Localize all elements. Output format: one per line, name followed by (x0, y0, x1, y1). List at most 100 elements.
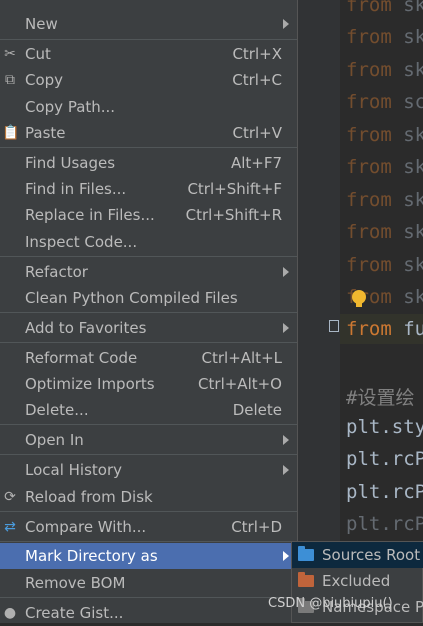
menu-item-add-to-favorites[interactable]: Add to Favorites (0, 315, 297, 341)
menu-item-open-in[interactable]: Open In (0, 427, 297, 453)
submenu-item-label: Excluded (322, 572, 391, 590)
menu-item-local-history[interactable]: Local History (0, 457, 297, 483)
menu-item-reformat-code[interactable]: Reformat Code Ctrl+Alt+L (0, 345, 297, 371)
menu-item-label: Local History (25, 461, 123, 479)
code-comment: #设置绘 (346, 387, 415, 409)
menu-item-shortcut: Ctrl+Alt+O (198, 375, 282, 393)
submenu-arrow-icon (283, 323, 289, 333)
context-menu: New ✂ Cut Ctrl+X ⧉ Copy Ctrl+C Copy Path… (0, 0, 298, 623)
menu-item-shortcut: Ctrl+Shift+R (185, 206, 282, 224)
menu-item-label: Inspect Code... (25, 233, 138, 251)
watermark: CSDN @biubiupiu() (268, 596, 393, 611)
menu-item-label: Open In (25, 431, 84, 449)
submenu-arrow-icon (283, 435, 289, 445)
menu-separator (0, 256, 297, 257)
menu-item-shortcut: Delete (232, 401, 282, 419)
menu-item-label: Cut (25, 45, 51, 63)
submenu-arrow-icon (283, 465, 289, 475)
menu-item-label: Clean Python Compiled Files (25, 289, 238, 307)
menu-item-compare-with[interactable]: ⇄ Compare With... Ctrl+D (0, 514, 297, 540)
submenu-arrow-icon (283, 267, 289, 277)
menu-separator (0, 39, 297, 40)
menu-item-replace-in-files[interactable]: Replace in Files... Ctrl+Shift+R (0, 202, 297, 228)
menu-item-mark-directory-as[interactable]: Mark Directory as (0, 543, 297, 569)
menu-item-reload-from-disk[interactable]: ⟳ Reload from Disk (0, 484, 297, 510)
code-line: from sk (346, 0, 423, 16)
code-line: plt.rcP (346, 448, 423, 470)
menu-item-label: Mark Directory as (25, 547, 158, 565)
submenu-item-label: Sources Root (322, 546, 421, 564)
menu-separator (0, 511, 297, 512)
menu-separator (0, 147, 297, 148)
code-line: plt.rcP (346, 481, 423, 503)
submenu-item-excluded[interactable]: Excluded (292, 568, 423, 594)
menu-item-label: Refactor (25, 263, 88, 281)
code-line: from fu (346, 318, 423, 340)
submenu-item-sources-root[interactable]: Sources Root (292, 542, 423, 568)
menu-item-label: Delete... (25, 401, 89, 419)
code-line: plt.sty (346, 416, 423, 438)
submenu-arrow-icon (283, 19, 289, 29)
menu-item-shortcut: Ctrl+D (231, 518, 282, 536)
lightbulb-icon[interactable] (352, 290, 366, 307)
compare-arrows-icon: ⇄ (4, 519, 16, 535)
copy-icon: ⧉ (5, 72, 15, 88)
menu-item-label: Add to Favorites (25, 319, 147, 337)
menu-separator (0, 424, 297, 425)
code-line: plt.rcP (346, 513, 423, 535)
menu-item-shortcut: Ctrl+X (232, 45, 282, 63)
menu-item-shortcut: Ctrl+Shift+F (187, 180, 282, 198)
menu-separator (0, 597, 297, 598)
menu-item-label: Copy (25, 71, 64, 89)
menu-item-optimize-imports[interactable]: Optimize Imports Ctrl+Alt+O (0, 371, 297, 397)
menu-item-label: Reformat Code (25, 349, 138, 367)
menu-item-delete[interactable]: Delete... Delete (0, 397, 297, 423)
menu-item-shortcut: Ctrl+V (232, 124, 282, 142)
menu-item-label: New (25, 15, 58, 33)
folder-icon (298, 546, 314, 561)
menu-separator (0, 541, 297, 542)
code-line: from sc (346, 91, 423, 113)
folder-icon (298, 572, 314, 587)
submenu-arrow-icon (283, 551, 289, 561)
menu-item-shortcut: Alt+F7 (230, 154, 282, 172)
menu-separator (0, 342, 297, 343)
code-line: from sk (346, 59, 423, 81)
menu-item-label: Find in Files... (25, 180, 127, 198)
menu-item-shortcut: Ctrl+C (232, 71, 282, 89)
code-line: from sk (346, 189, 423, 211)
menu-item-copy-path[interactable]: Copy Path... (0, 94, 297, 120)
menu-item-label: Replace in Files... (25, 206, 155, 224)
menu-separator (0, 454, 297, 455)
menu-item-label: Optimize Imports (25, 375, 155, 393)
menu-item-paste[interactable]: 📋 Paste Ctrl+V (0, 120, 297, 146)
github-icon: ● (3, 605, 17, 621)
clipboard-icon: 📋 (2, 125, 20, 141)
menu-item-label: Find Usages (25, 154, 116, 172)
code-line: from sk (346, 254, 423, 276)
code-line: from sk (346, 156, 423, 178)
reload-icon: ⟳ (4, 489, 16, 505)
code-line: from sk (346, 124, 423, 146)
menu-item-refactor[interactable]: Refactor (0, 259, 297, 285)
menu-separator (0, 312, 297, 313)
menu-item-label: Copy Path... (25, 98, 116, 116)
menu-item-find-usages[interactable]: Find Usages Alt+F7 (0, 150, 297, 176)
code-line: from sk (346, 26, 423, 48)
menu-item-copy[interactable]: ⧉ Copy Ctrl+C (0, 67, 297, 93)
menu-item-label: Paste (25, 124, 66, 142)
menu-item-label: Reload from Disk (25, 488, 153, 506)
menu-item-label: Compare With... (25, 518, 147, 536)
menu-item-label: Remove BOM (25, 574, 126, 592)
menu-item-shortcut: Ctrl+Alt+L (201, 349, 283, 367)
menu-item-create-gist[interactable]: ● Create Gist... (0, 600, 297, 626)
menu-item-remove-bom[interactable]: Remove BOM (0, 570, 297, 596)
menu-item-find-in-files[interactable]: Find in Files... Ctrl+Shift+F (0, 176, 297, 202)
fold-icon[interactable] (329, 320, 339, 332)
menu-item-inspect-code[interactable]: Inspect Code... (0, 229, 297, 255)
menu-item-new[interactable]: New (0, 11, 297, 37)
code-line: from sk (346, 221, 423, 243)
menu-item-cut[interactable]: ✂ Cut Ctrl+X (0, 41, 297, 67)
menu-item-label: Create Gist... (25, 604, 124, 622)
menu-item-clean-python[interactable]: Clean Python Compiled Files (0, 285, 297, 311)
